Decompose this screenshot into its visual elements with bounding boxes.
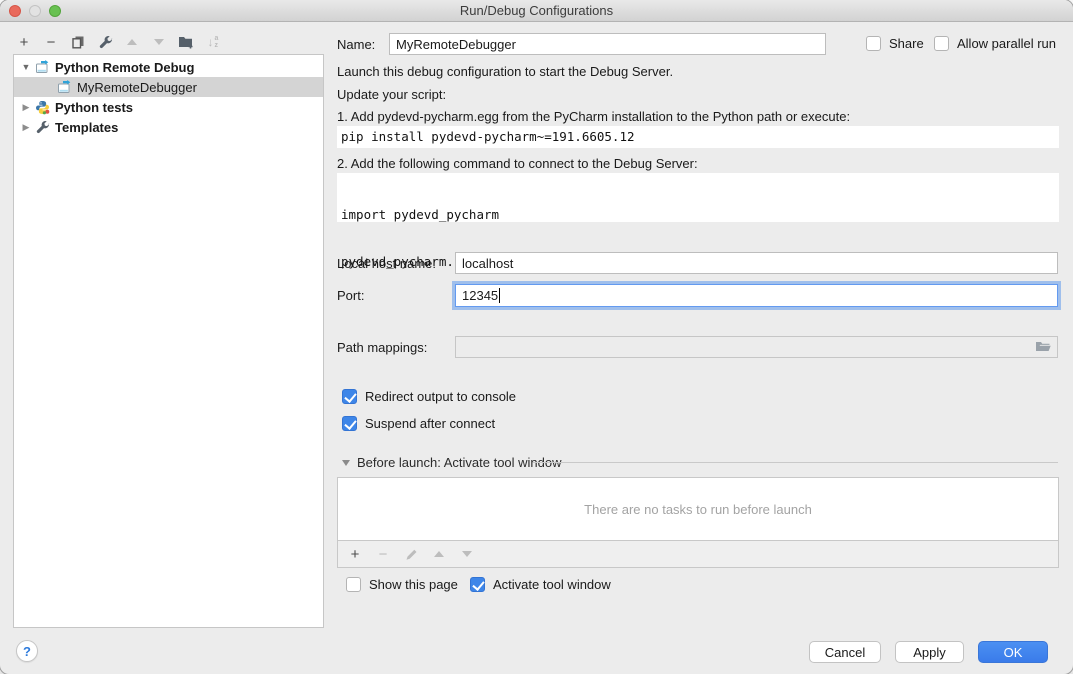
copy-configuration-icon[interactable] xyxy=(70,34,86,50)
python-icon xyxy=(35,100,50,115)
window-controls xyxy=(9,5,61,17)
tree-item-label: Templates xyxy=(55,120,118,135)
sort-configurations-icon: ↓az xyxy=(205,34,221,50)
instruction-line-2: Update your script: xyxy=(337,87,446,102)
port-label: Port: xyxy=(337,288,364,303)
expander-closed-icon[interactable]: ▶ xyxy=(20,122,32,133)
minimize-window-button xyxy=(29,5,41,17)
configurations-toolbar: + − ↓az xyxy=(16,32,221,52)
empty-tasks-message: There are no tasks to run before launch xyxy=(584,502,812,517)
activate-tool-window-label: Activate tool window xyxy=(493,577,611,592)
allow-parallel-run-checkbox[interactable] xyxy=(934,36,949,51)
new-folder-icon[interactable] xyxy=(178,34,194,50)
allow-parallel-run-label: Allow parallel run xyxy=(957,36,1056,51)
remote-debug-icon xyxy=(57,80,72,95)
close-window-button[interactable] xyxy=(9,5,21,17)
before-launch-divider xyxy=(533,462,1058,463)
edit-defaults-wrench-icon[interactable] xyxy=(97,34,113,50)
port-input[interactable]: 12345 xyxy=(455,284,1058,307)
share-label: Share xyxy=(889,36,924,51)
activate-tool-window-checkbox[interactable] xyxy=(470,577,485,592)
expander-open-icon[interactable]: ▼ xyxy=(20,62,32,72)
code-line-import: import pydevd_pycharm xyxy=(341,206,1055,223)
edit-task-pencil-icon xyxy=(403,546,419,562)
add-task-button[interactable]: + xyxy=(347,546,363,562)
tree-item-python-remote-debug[interactable]: ▼ Python Remote Debug xyxy=(14,57,323,77)
suspend-after-connect-row[interactable]: Suspend after connect xyxy=(342,416,495,431)
share-checkbox[interactable] xyxy=(866,36,881,51)
name-label: Name: xyxy=(337,37,375,52)
apply-button[interactable]: Apply xyxy=(895,641,964,663)
activate-tool-window-row[interactable]: Activate tool window xyxy=(470,577,611,592)
wrench-icon xyxy=(35,120,50,135)
configurations-tree: ▼ Python Remote Debug MyRemoteDebugger xyxy=(13,54,324,628)
move-task-up-icon xyxy=(431,546,447,562)
show-this-page-checkbox[interactable] xyxy=(346,577,361,592)
tree-item-myremotedebugger[interactable]: MyRemoteDebugger xyxy=(14,77,323,97)
before-launch-toolbar: + − xyxy=(337,540,1059,568)
redirect-output-label: Redirect output to console xyxy=(365,389,516,404)
remove-task-button: − xyxy=(375,546,391,562)
pip-install-code[interactable]: pip install pydevd-pycharm~=191.6605.12 xyxy=(337,126,1059,148)
remove-configuration-button[interactable]: − xyxy=(43,34,59,50)
remote-debug-icon xyxy=(35,60,50,75)
suspend-after-connect-label: Suspend after connect xyxy=(365,416,495,431)
run-debug-configurations-dialog: Run/Debug Configurations + − ↓az xyxy=(0,0,1073,674)
local-host-name-label: Local host name: xyxy=(337,256,436,271)
collapse-triangle-icon[interactable] xyxy=(342,460,350,466)
instruction-step-1: 1. Add pydevd-pycharm.egg from the PyCha… xyxy=(337,109,850,124)
redirect-output-row[interactable]: Redirect output to console xyxy=(342,389,516,404)
text-caret xyxy=(499,288,500,303)
add-configuration-button[interactable]: + xyxy=(16,34,32,50)
help-button[interactable]: ? xyxy=(16,640,38,662)
move-down-icon xyxy=(151,34,167,50)
settrace-code-block[interactable]: import pydevd_pycharm pydevd_pycharm.set… xyxy=(337,173,1059,222)
tree-item-templates[interactable]: ▶ Templates xyxy=(14,117,323,137)
tree-item-label: Python tests xyxy=(55,100,133,115)
instruction-line-1: Launch this debug configuration to start… xyxy=(337,64,673,79)
window-title: Run/Debug Configurations xyxy=(0,0,1073,21)
ok-button[interactable]: OK xyxy=(978,641,1048,663)
zoom-window-button[interactable] xyxy=(49,5,61,17)
local-host-name-input[interactable] xyxy=(455,252,1058,274)
tree-item-label: MyRemoteDebugger xyxy=(77,80,197,95)
name-input[interactable] xyxy=(389,33,826,55)
browse-folder-icon[interactable] xyxy=(1034,339,1052,355)
move-task-down-icon xyxy=(459,546,475,562)
expander-closed-icon[interactable]: ▶ xyxy=(20,102,32,113)
tree-item-label: Python Remote Debug xyxy=(55,60,194,75)
before-launch-header[interactable]: Before launch: Activate tool window xyxy=(342,455,562,470)
cancel-button[interactable]: Cancel xyxy=(809,641,881,663)
suspend-after-connect-checkbox[interactable] xyxy=(342,416,357,431)
share-checkbox-row[interactable]: Share xyxy=(866,36,924,51)
redirect-output-checkbox[interactable] xyxy=(342,389,357,404)
show-this-page-label: Show this page xyxy=(369,577,458,592)
move-up-icon xyxy=(124,34,140,50)
port-value: 12345 xyxy=(462,288,498,303)
before-launch-title: Before launch: Activate tool window xyxy=(357,455,562,470)
titlebar: Run/Debug Configurations xyxy=(0,0,1073,22)
path-mappings-label: Path mappings: xyxy=(337,340,427,355)
tree-item-python-tests[interactable]: ▶ Python tests xyxy=(14,97,323,117)
instruction-step-2: 2. Add the following command to connect … xyxy=(337,156,698,171)
path-mappings-input xyxy=(455,336,1058,358)
show-this-page-row[interactable]: Show this page xyxy=(346,577,458,592)
before-launch-task-list[interactable]: There are no tasks to run before launch xyxy=(337,477,1059,541)
allow-parallel-run-checkbox-row[interactable]: Allow parallel run xyxy=(934,36,1056,51)
